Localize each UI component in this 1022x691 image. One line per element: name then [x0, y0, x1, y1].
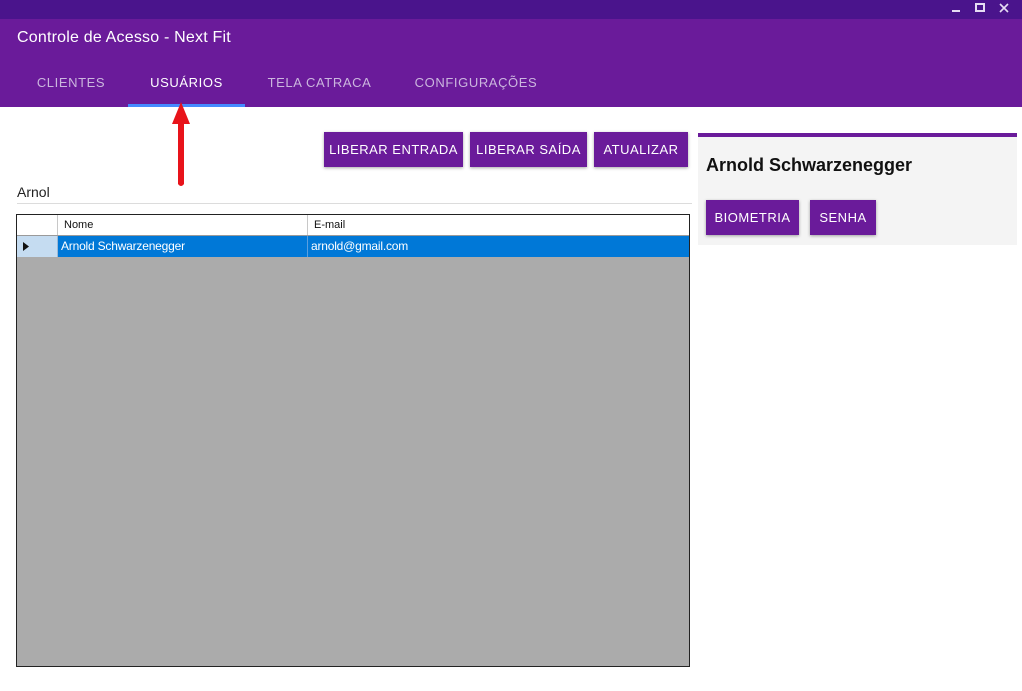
user-detail-panel: Arnold Schwarzenegger BIOMETRIA SENHA — [698, 133, 1017, 245]
column-header-email[interactable]: E-mail — [308, 215, 689, 235]
window-titlebar — [0, 0, 1022, 19]
grid-corner-header — [17, 215, 58, 235]
row-pointer-icon — [23, 242, 29, 251]
senha-button[interactable]: SENHA — [810, 200, 876, 235]
cell-email[interactable]: arnold@gmail.com — [308, 236, 689, 257]
liberar-entrada-button[interactable]: LIBERAR ENTRADA — [324, 132, 463, 167]
close-icon[interactable] — [994, 0, 1014, 19]
users-grid[interactable]: Nome E-mail Arnold Schwarzenegger arnold… — [16, 214, 690, 667]
search-input[interactable] — [17, 180, 692, 204]
grid-header: Nome E-mail — [17, 215, 689, 236]
column-header-nome[interactable]: Nome — [58, 215, 308, 235]
red-arrow-annotation — [172, 102, 190, 186]
row-header[interactable] — [17, 236, 58, 257]
tab-configuracoes[interactable]: CONFIGURAÇÕES — [395, 75, 557, 107]
biometria-button[interactable]: BIOMETRIA — [706, 200, 799, 235]
tab-tela-catraca[interactable]: TELA CATRACA — [250, 75, 389, 107]
app-header: Controle de Acesso - Next Fit CLIENTES U… — [0, 19, 1022, 107]
liberar-saida-button[interactable]: LIBERAR SAÍDA — [470, 132, 587, 167]
selected-user-name: Arnold Schwarzenegger — [706, 155, 913, 175]
minimize-icon[interactable] — [946, 0, 966, 19]
maximize-icon[interactable] — [970, 0, 990, 19]
app-title: Controle de Acesso - Next Fit — [17, 29, 231, 46]
atualizar-button[interactable]: ATUALIZAR — [594, 132, 688, 167]
cell-nome[interactable]: Arnold Schwarzenegger — [58, 236, 308, 257]
table-row[interactable]: Arnold Schwarzenegger arnold@gmail.com — [17, 236, 689, 257]
tab-clientes[interactable]: CLIENTES — [19, 75, 123, 107]
